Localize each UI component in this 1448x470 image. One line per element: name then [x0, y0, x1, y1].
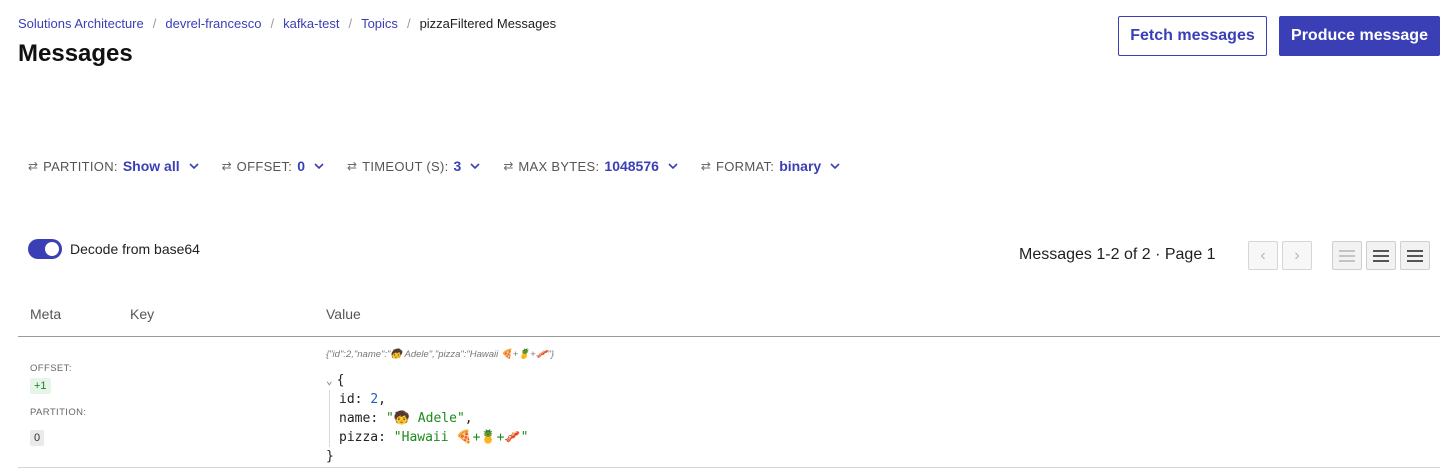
chevron-down-icon: [470, 163, 480, 170]
filter-icon: ⇄: [347, 159, 358, 173]
breadcrumb-separator: /: [152, 16, 157, 31]
offset-label: OFFSET:: [30, 363, 72, 374]
chevron-down-icon: [314, 163, 324, 170]
json-open-brace: {: [336, 373, 345, 388]
filter-label: PARTITION:: [43, 158, 118, 174]
max-bytes-filter[interactable]: ⇄ MAX BYTES: 1048576: [503, 158, 679, 174]
decode-base64-control: Decode from base64: [28, 239, 200, 259]
offset-badge: +1: [30, 378, 51, 394]
json-viewer: ⌄{ id: 2, name: "🧒 Adele", pizza: "Hawai…: [326, 371, 528, 466]
json-number: 2: [370, 392, 379, 407]
json-string: "Hawaii 🍕+🍍+🥓": [393, 430, 529, 445]
partition-label: PARTITION:: [30, 407, 87, 418]
filter-label: OFFSET:: [236, 158, 293, 174]
filter-label: FORMAT:: [715, 158, 775, 174]
filter-value: 3: [453, 158, 462, 174]
partition-badge: 0: [30, 430, 45, 446]
chevron-down-icon: [668, 163, 678, 170]
json-key: name: [339, 411, 371, 426]
breadcrumb-item-organization[interactable]: Solutions Architecture: [18, 16, 144, 31]
breadcrumb-separator: /: [348, 16, 353, 31]
previous-page-button[interactable]: ‹: [1248, 241, 1278, 270]
chevron-down-icon: [830, 163, 840, 170]
filter-value: 0: [297, 158, 306, 174]
table-row: OFFSET: +1 PARTITION: 0 {"id":2,"name":"…: [18, 338, 1440, 468]
fetch-messages-button[interactable]: Fetch messages: [1118, 16, 1267, 56]
density-compact-icon: [1339, 248, 1355, 263]
collapse-icon[interactable]: ⌄: [326, 374, 333, 387]
filter-bar: ⇄ PARTITION: Show all ⇄ OFFSET: 0 ⇄ TIME…: [28, 158, 863, 174]
column-header-meta: Meta: [30, 306, 62, 322]
breadcrumb-item-topics[interactable]: Topics: [361, 16, 398, 31]
filter-value: binary: [779, 158, 822, 174]
chevron-right-icon: ›: [1294, 246, 1300, 264]
json-key: pizza: [339, 430, 379, 445]
format-filter[interactable]: ⇄ FORMAT: binary: [701, 158, 841, 174]
chevron-down-icon: [189, 163, 199, 170]
filter-icon: ⇄: [503, 159, 514, 173]
decode-base64-label: Decode from base64: [70, 241, 200, 257]
density-default-button[interactable]: [1366, 241, 1396, 270]
filter-label: TIMEOUT (S):: [362, 158, 449, 174]
breadcrumb-separator: /: [270, 16, 275, 31]
messages-table-header: Meta Key Value: [18, 306, 1440, 337]
density-expanded-button[interactable]: [1400, 241, 1430, 270]
partition-filter[interactable]: ⇄ PARTITION: Show all: [28, 158, 200, 174]
pagination-summary: Messages 1-2 of 2 · Page 1: [1019, 246, 1216, 263]
decode-base64-toggle[interactable]: [28, 239, 62, 259]
filter-label: MAX BYTES:: [518, 158, 600, 174]
density-expanded-icon: [1407, 248, 1423, 263]
page-title: Messages: [18, 40, 133, 67]
column-header-key: Key: [130, 306, 155, 322]
timeout-filter[interactable]: ⇄ TIMEOUT (S): 3: [347, 158, 481, 174]
breadcrumb-item-cluster[interactable]: kafka-test: [283, 16, 339, 31]
breadcrumb-item-environment[interactable]: devrel-francesco: [165, 16, 261, 31]
produce-message-button[interactable]: Produce message: [1279, 16, 1440, 56]
breadcrumb: Solutions Architecture / devrel-francesc…: [18, 16, 556, 31]
breadcrumb-separator: /: [406, 16, 411, 31]
filter-value: 1048576: [604, 158, 659, 174]
breadcrumb-current: pizzaFiltered Messages: [419, 16, 557, 31]
density-default-icon: [1373, 248, 1389, 263]
json-string: "🧒 Adele": [385, 411, 465, 426]
json-body: id: 2, name: "🧒 Adele", pizza: "Hawaii 🍕…: [329, 390, 528, 447]
next-page-button[interactable]: ›: [1282, 241, 1312, 270]
filter-icon: ⇄: [28, 159, 39, 173]
raw-value: {"id":2,"name":"🧒 Adele","pizza":"Hawaii…: [326, 349, 555, 360]
chevron-left-icon: ‹: [1260, 246, 1266, 264]
filter-value: Show all: [122, 158, 180, 174]
toggle-knob: [45, 242, 59, 256]
json-key: id: [339, 392, 355, 407]
column-header-value: Value: [326, 306, 361, 322]
density-compact-button[interactable]: [1332, 241, 1362, 270]
json-close-brace: }: [326, 449, 334, 464]
offset-filter[interactable]: ⇄ OFFSET: 0: [222, 158, 325, 174]
filter-icon: ⇄: [221, 159, 232, 173]
filter-icon: ⇄: [700, 159, 711, 173]
